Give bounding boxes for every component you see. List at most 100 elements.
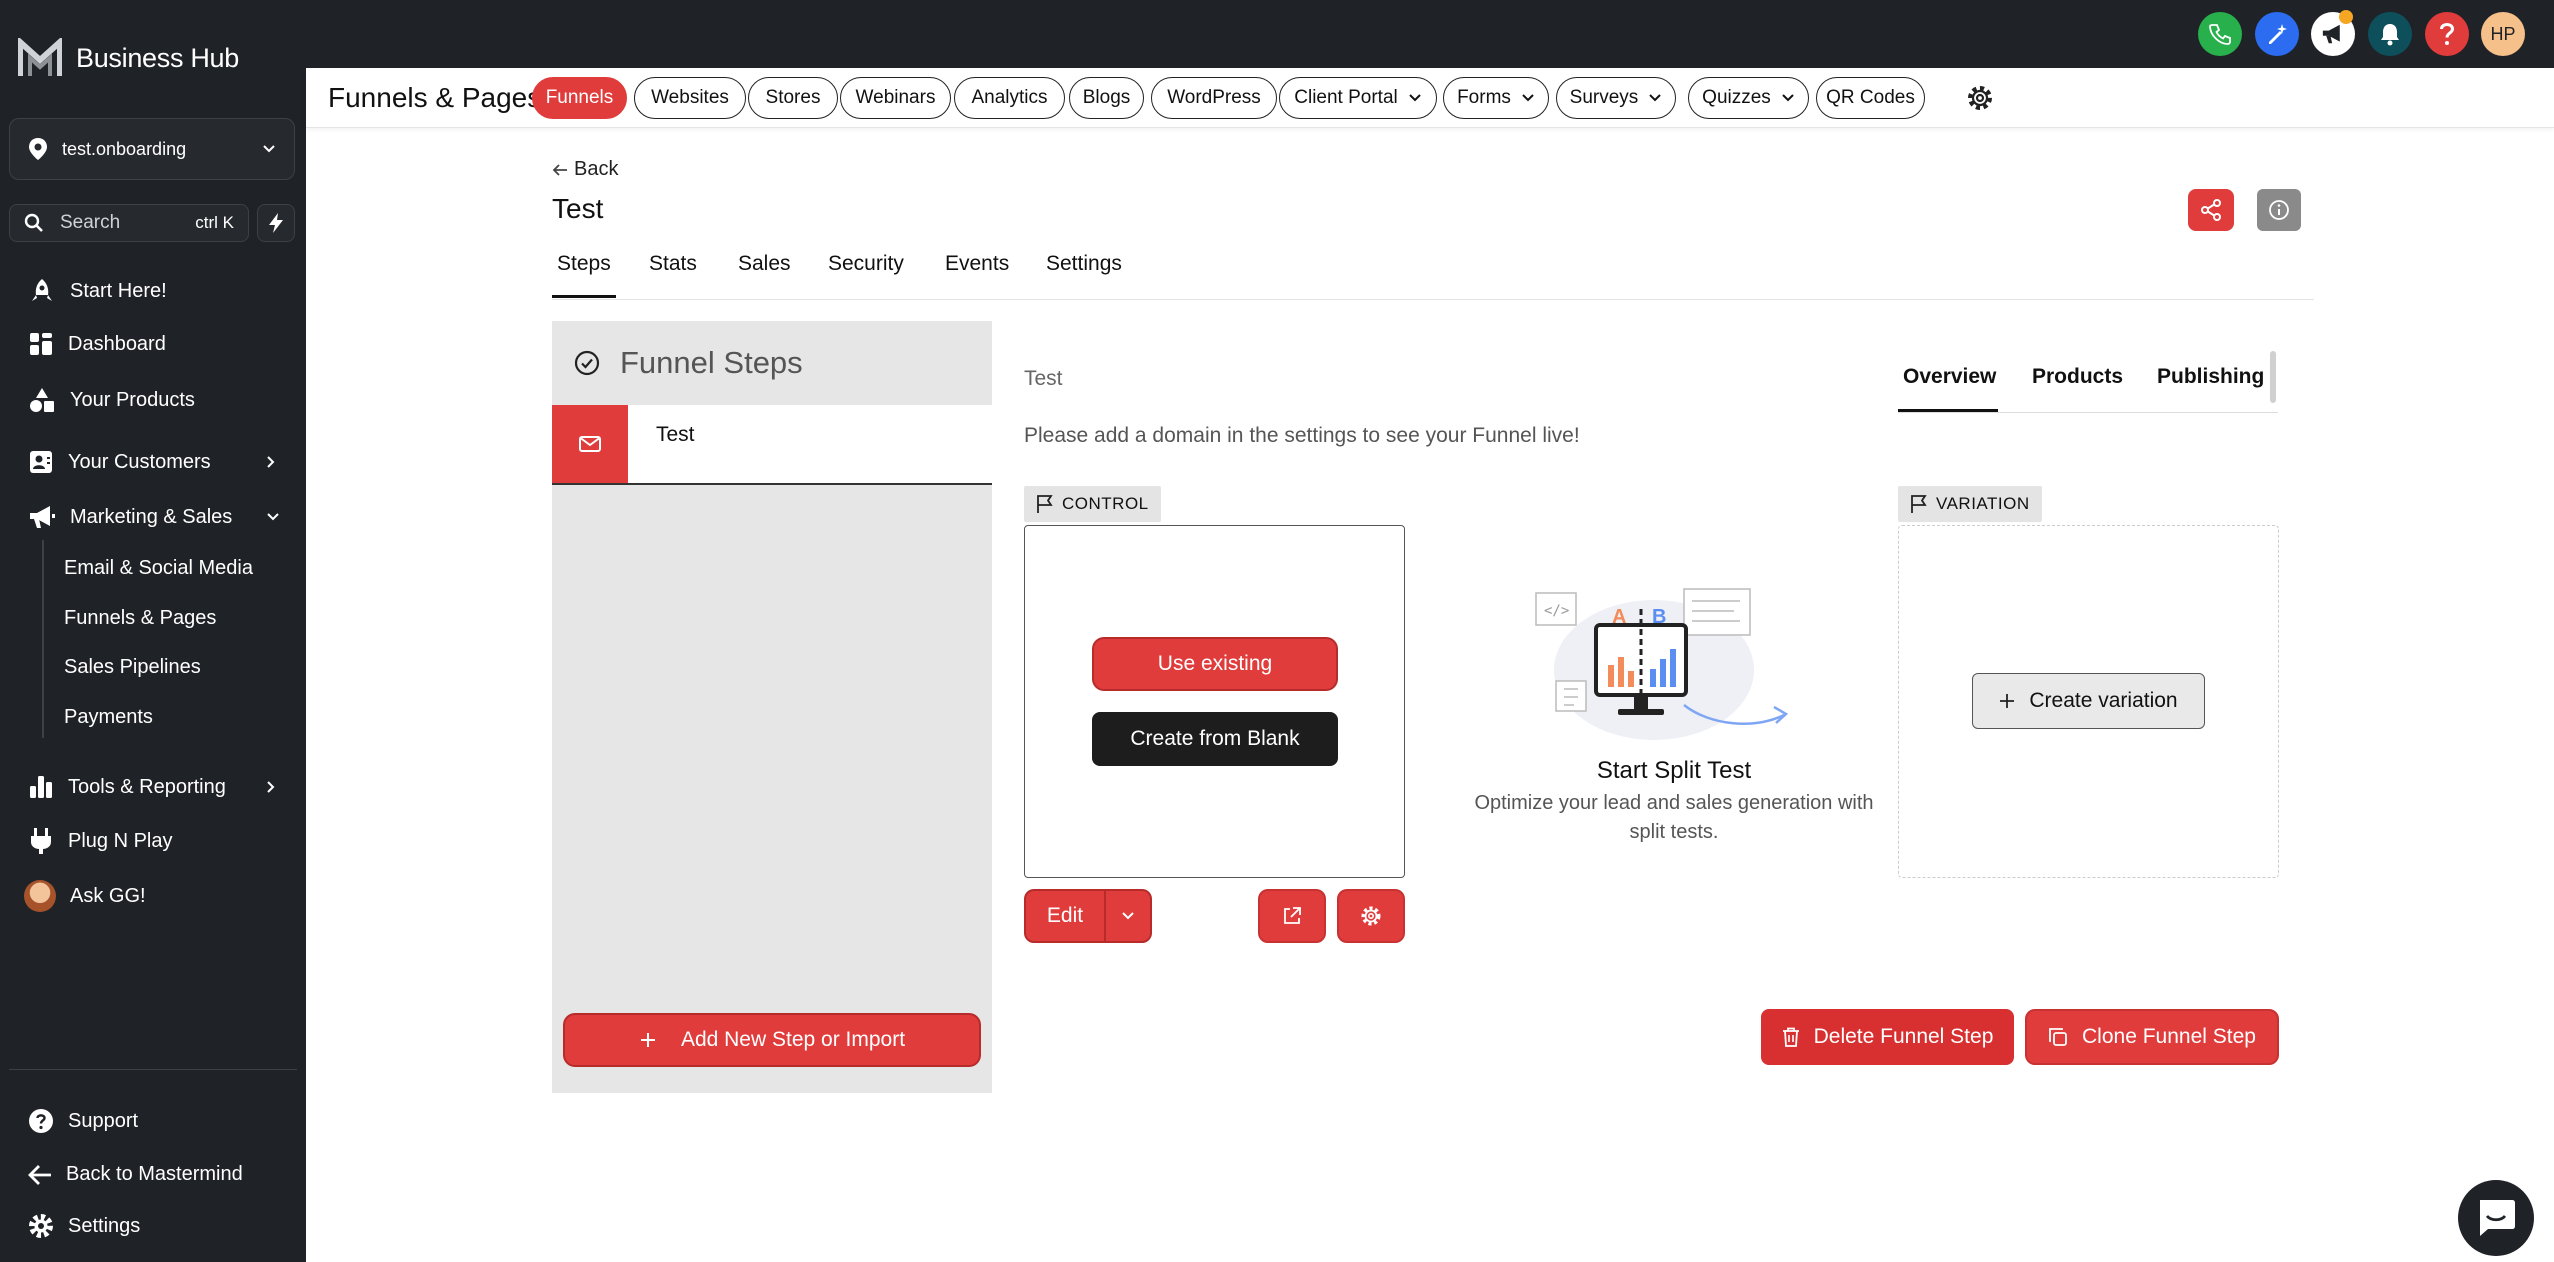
funnel-steps-title: Funnel Steps <box>620 345 803 380</box>
tab-steps[interactable]: Steps <box>557 252 611 276</box>
chevron-down-icon <box>263 145 275 153</box>
shapes-icon <box>30 388 54 412</box>
tab-webinars[interactable]: Webinars <box>840 77 951 119</box>
tab-websites[interactable]: Websites <box>634 77 746 119</box>
tab-security[interactable]: Security <box>828 252 904 276</box>
announcements-button[interactable] <box>2311 10 2355 56</box>
active-tab-indicator <box>552 295 616 298</box>
step-settings-button[interactable] <box>1337 889 1405 943</box>
share-button[interactable] <box>2188 189 2234 231</box>
sidebar-item-label: Marketing & Sales <box>70 505 233 528</box>
share-icon <box>2201 199 2221 221</box>
user-avatar[interactable]: HP <box>2481 12 2525 56</box>
tab-stats[interactable]: Stats <box>649 252 697 276</box>
variant-b-label: B <box>1652 606 1666 628</box>
gear-icon[interactable] <box>1966 84 1994 112</box>
variant-a-label: A <box>1612 606 1626 628</box>
lightning-icon <box>269 213 283 233</box>
check-circle-icon <box>574 350 600 376</box>
back-link[interactable]: Back <box>552 158 618 181</box>
tab-forms[interactable]: Forms <box>1443 77 1549 119</box>
sidebar-divider <box>9 1069 297 1070</box>
create-from-blank-button[interactable]: Create from Blank <box>1092 712 1338 766</box>
edit-button[interactable]: Edit <box>1026 891 1106 941</box>
chevron-right-icon <box>267 781 275 793</box>
gear-icon <box>29 1214 53 1238</box>
sidebar-item-label: Dashboard <box>68 332 166 355</box>
sidebar: Business Hub test.onboarding Search ctrl… <box>0 0 306 1262</box>
chevron-down-icon <box>1122 912 1134 920</box>
chat-launcher-button[interactable] <box>2458 1180 2534 1256</box>
sidebar-item-back-to-mastermind[interactable]: Back to Mastermind <box>28 1163 243 1186</box>
search-placeholder: Search <box>60 212 121 233</box>
tabs-scrollbar[interactable] <box>2270 351 2276 403</box>
sidebar-subitem-payments[interactable]: Payments <box>64 706 153 729</box>
add-step-button[interactable]: Add New Step or Import <box>563 1013 981 1067</box>
app-name: Business Hub <box>76 42 239 73</box>
open-external-button[interactable] <box>1258 889 1326 943</box>
account-switcher[interactable]: test.onboarding <box>9 118 295 180</box>
tab-surveys[interactable]: Surveys <box>1556 77 1676 119</box>
help-circle-icon <box>29 1109 53 1133</box>
funnel-steps-panel: Funnel Steps Test Add New Step or Import <box>552 321 992 1093</box>
tab-client-portal[interactable]: Client Portal <box>1279 77 1437 119</box>
tab-wordpress[interactable]: WordPress <box>1151 77 1277 119</box>
sidebar-item-ask-gg[interactable]: Ask GG! <box>24 880 146 912</box>
tab-overview[interactable]: Overview <box>1903 365 1996 389</box>
sidebar-subitem-email-social[interactable]: Email & Social Media <box>64 557 253 580</box>
sidebar-item-plug-n-play[interactable]: Plug N Play <box>28 826 173 856</box>
tab-blogs[interactable]: Blogs <box>1069 77 1144 119</box>
sidebar-item-dashboard[interactable]: Dashboard <box>28 331 166 357</box>
tab-products[interactable]: Products <box>2032 365 2123 389</box>
sidebar-item-your-products[interactable]: Your Products <box>28 386 195 414</box>
flag-icon <box>1037 495 1053 513</box>
tab-publishing[interactable]: Publishing <box>2157 365 2264 389</box>
chevron-down-icon <box>1522 94 1534 102</box>
sidebar-subitem-sales-pipelines[interactable]: Sales Pipelines <box>64 656 201 679</box>
sidebar-item-your-customers[interactable]: Your Customers <box>28 449 275 475</box>
arrow-left-icon <box>552 163 567 176</box>
phone-button[interactable] <box>2198 12 2242 56</box>
clone-funnel-step-button[interactable]: Clone Funnel Step <box>2025 1009 2279 1065</box>
domain-notice: Please add a domain in the settings to s… <box>1024 424 1580 447</box>
tab-events[interactable]: Events <box>945 252 1009 276</box>
tab-sales[interactable]: Sales <box>738 252 791 276</box>
split-test-illustration: </> A B <box>1535 588 1789 740</box>
create-variation-button[interactable]: Create variation <box>1972 673 2205 729</box>
tab-analytics[interactable]: Analytics <box>954 77 1065 119</box>
funnel-steps-header: Funnel Steps <box>552 321 992 405</box>
back-label: Back <box>574 158 619 180</box>
sidebar-item-settings[interactable]: Settings <box>28 1213 140 1239</box>
control-page-box: Use existing Create from Blank <box>1024 525 1405 878</box>
delete-funnel-step-button[interactable]: Delete Funnel Step <box>1761 1009 2014 1065</box>
arrow-left-icon <box>28 1164 51 1185</box>
sidebar-item-support[interactable]: Support <box>28 1108 138 1134</box>
phone-icon <box>2209 24 2231 45</box>
plus-icon <box>640 1033 655 1047</box>
quick-actions-button[interactable] <box>257 204 295 242</box>
use-existing-button[interactable]: Use existing <box>1092 637 1338 691</box>
tab-funnels[interactable]: Funnels <box>532 77 627 119</box>
sidebar-item-marketing-sales[interactable]: Marketing & Sales <box>28 504 279 530</box>
tab-qr-codes[interactable]: QR Codes <box>1816 77 1925 119</box>
tab-settings[interactable]: Settings <box>1046 252 1122 276</box>
sidebar-item-start-here[interactable]: Start Here! <box>28 277 167 305</box>
tab-quizzes[interactable]: Quizzes <box>1688 77 1809 119</box>
chevron-down-icon <box>1409 94 1421 102</box>
sidebar-subitem-funnels-pages[interactable]: Funnels & Pages <box>64 607 216 630</box>
sidebar-item-tools-reporting[interactable]: Tools & Reporting <box>28 774 275 800</box>
notifications-button[interactable] <box>2368 12 2412 56</box>
list-item[interactable]: Test <box>552 405 992 485</box>
gear-icon <box>1361 906 1381 926</box>
tab-label: Funnels <box>545 87 614 108</box>
edit-dropdown-button[interactable] <box>1106 891 1150 941</box>
tab-stores[interactable]: Stores <box>748 77 838 119</box>
sidebar-footer-label: Settings <box>68 1214 141 1237</box>
ai-assistant-button[interactable] <box>2255 12 2299 56</box>
help-button[interactable] <box>2425 12 2469 56</box>
step-tabs: Overview Products Publishing <box>1898 359 2278 413</box>
search-input[interactable]: Search ctrl K <box>9 204 249 242</box>
app-logo[interactable]: Business Hub <box>18 38 239 78</box>
info-button[interactable] <box>2257 189 2301 231</box>
control-tag: CONTROL <box>1024 486 1161 522</box>
